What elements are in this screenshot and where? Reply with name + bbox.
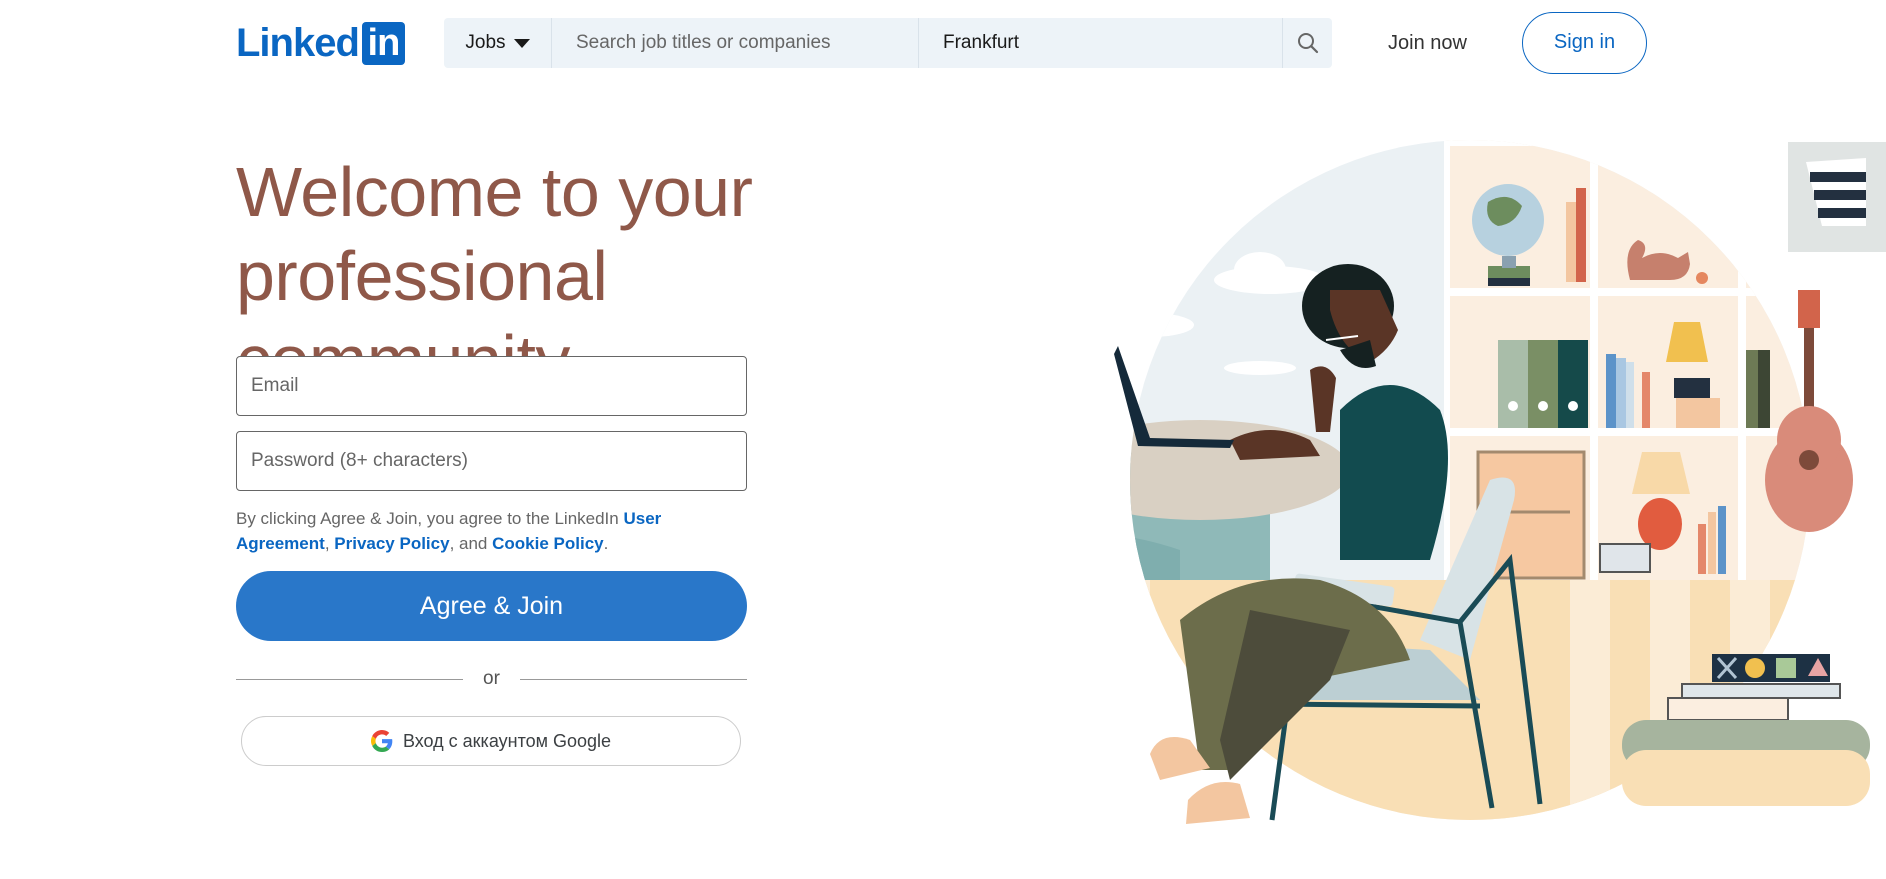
sign-in-button[interactable]: Sign in [1522, 12, 1647, 74]
search-category-label: Jobs [465, 32, 506, 53]
hero-title-line-1: Welcome to your [236, 153, 753, 231]
legal-and: , and [449, 534, 493, 553]
cookie-policy-link[interactable]: Cookie Policy [492, 534, 603, 553]
legal-prefix: By clicking Agree & Join, you agree to t… [236, 509, 624, 528]
join-now-link[interactable]: Join now [1388, 28, 1467, 58]
hero-illustration [1114, 140, 1886, 824]
legal-comma: , [324, 534, 335, 553]
job-search-bar: Jobs [444, 18, 1332, 68]
or-divider: or [236, 664, 747, 694]
or-text: or [483, 668, 500, 689]
password-field[interactable] [236, 431, 747, 491]
location-input[interactable] [919, 18, 1282, 68]
logo-text: Linked [236, 21, 360, 65]
google-sign-in-button[interactable]: Вход с аккаунтом Google [241, 716, 741, 766]
legal-period: . [603, 534, 609, 553]
divider-line-right [519, 678, 747, 680]
logo-box: in [361, 21, 405, 65]
top-nav: Linked in Jobs Join now Sign in [0, 0, 1886, 86]
keyword-search-input[interactable] [552, 18, 919, 68]
google-button-label: Вход с аккаунтом Google [402, 730, 612, 751]
linkedin-logo[interactable]: Linked in [236, 21, 405, 65]
privacy-policy-link[interactable]: Privacy Policy [334, 534, 449, 553]
email-field[interactable] [236, 356, 747, 416]
agree-and-join-button[interactable]: Agree & Join [236, 571, 747, 641]
legal-notice: By clicking Agree & Join, you agree to t… [236, 506, 716, 556]
chevron-down-icon [513, 38, 530, 48]
search-button[interactable] [1282, 18, 1332, 68]
google-icon [370, 730, 393, 752]
search-icon [1297, 33, 1318, 54]
search-category-dropdown[interactable]: Jobs [444, 18, 552, 68]
divider-line-left [236, 678, 464, 680]
